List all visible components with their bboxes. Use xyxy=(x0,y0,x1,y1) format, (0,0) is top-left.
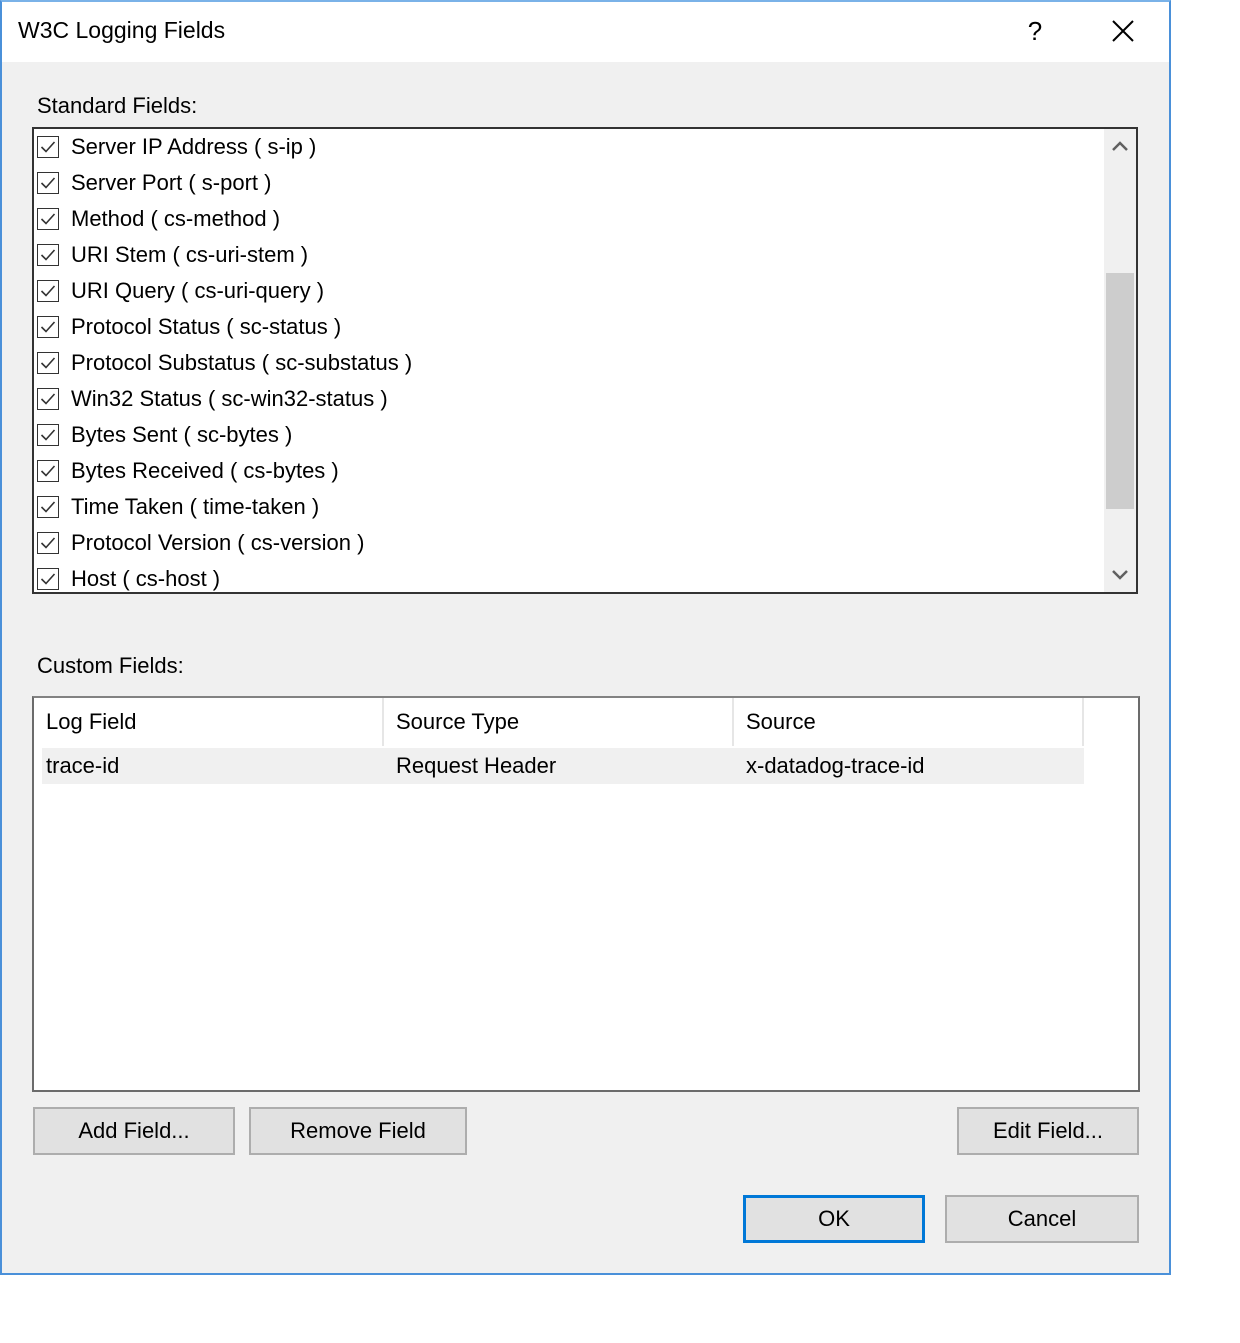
checkbox[interactable] xyxy=(37,388,59,410)
standard-field-label: Server IP Address ( s-ip ) xyxy=(71,134,317,159)
checkbox[interactable] xyxy=(37,316,59,338)
checkmark-icon xyxy=(40,465,56,477)
checkmark-icon xyxy=(40,285,56,297)
chevron-up-icon xyxy=(1112,141,1128,151)
standard-field-item[interactable]: Protocol Substatus ( sc-substatus ) xyxy=(34,345,412,381)
add-field-button[interactable]: Add Field... xyxy=(33,1107,235,1155)
standard-field-item[interactable]: Server Port ( s-port ) xyxy=(34,165,271,201)
custom-fields-table[interactable]: Log Field Source Type Source trace-id Re… xyxy=(32,696,1140,1092)
checkbox[interactable] xyxy=(37,244,59,266)
standard-field-item[interactable]: Host ( cs-host ) xyxy=(34,561,221,592)
standard-field-label: Bytes Received ( cs-bytes ) xyxy=(71,458,339,483)
cancel-button[interactable]: Cancel xyxy=(945,1195,1139,1243)
checkmark-icon xyxy=(40,393,56,405)
checkmark-icon xyxy=(40,177,56,189)
standard-field-label: Protocol Substatus ( sc-substatus ) xyxy=(71,350,413,375)
checkbox[interactable] xyxy=(37,460,59,482)
standard-field-label: Server Port ( s-port ) xyxy=(71,170,272,195)
column-header-label: Source Type xyxy=(396,709,520,734)
cell-source: x-datadog-trace-id xyxy=(746,753,925,778)
scrollbar-thumb[interactable] xyxy=(1106,273,1134,509)
checkbox[interactable] xyxy=(37,496,59,518)
checkmark-icon xyxy=(40,357,56,369)
checkmark-icon xyxy=(40,429,56,441)
ok-button[interactable]: OK xyxy=(743,1195,925,1243)
checkmark-icon xyxy=(40,501,56,513)
vertical-scrollbar[interactable] xyxy=(1104,129,1136,592)
table-row[interactable]: trace-id Request Header x-datadog-trace-… xyxy=(42,748,1084,784)
standard-field-item[interactable]: Win32 Status ( sc-win32-status ) xyxy=(34,381,388,417)
standard-field-item[interactable]: Bytes Sent ( sc-bytes ) xyxy=(34,417,292,453)
checkbox[interactable] xyxy=(37,136,59,158)
standard-field-item[interactable]: Protocol Status ( sc-status ) xyxy=(34,309,341,345)
checkbox[interactable] xyxy=(37,352,59,374)
checkmark-icon xyxy=(40,537,56,549)
w3c-logging-fields-dialog: W3C Logging Fields ? Standard Fields: Se… xyxy=(0,0,1171,1275)
standard-field-item[interactable]: Server IP Address ( s-ip ) xyxy=(34,129,316,165)
close-button[interactable] xyxy=(1098,2,1148,60)
checkmark-icon xyxy=(40,141,56,153)
close-icon xyxy=(1112,20,1134,42)
checkmark-icon xyxy=(40,249,56,261)
checkbox[interactable] xyxy=(37,172,59,194)
standard-field-label: Bytes Sent ( sc-bytes ) xyxy=(71,422,293,447)
chevron-down-icon xyxy=(1112,570,1128,580)
checkmark-icon xyxy=(40,213,56,225)
standard-field-item[interactable]: Method ( cs-method ) xyxy=(34,201,280,237)
column-header-label: Log Field xyxy=(46,709,137,734)
edit-field-button[interactable]: Edit Field... xyxy=(957,1107,1139,1155)
checkbox[interactable] xyxy=(37,568,59,590)
standard-field-label: Win32 Status ( sc-win32-status ) xyxy=(71,386,388,411)
standard-fields-list[interactable]: Server IP Address ( s-ip ) Server Port ( … xyxy=(32,127,1138,594)
standard-field-label: URI Query ( cs-uri-query ) xyxy=(71,278,325,303)
standard-field-label: URI Stem ( cs-uri-stem ) xyxy=(71,242,309,267)
standard-field-item[interactable]: URI Query ( cs-uri-query ) xyxy=(34,273,324,309)
checkbox[interactable] xyxy=(37,424,59,446)
scroll-up-button[interactable] xyxy=(1104,129,1136,163)
standard-field-item[interactable]: Time Taken ( time-taken ) xyxy=(34,489,319,525)
remove-field-button[interactable]: Remove Field xyxy=(249,1107,467,1155)
standard-field-item[interactable]: Bytes Received ( cs-bytes ) xyxy=(34,453,339,489)
checkbox[interactable] xyxy=(37,532,59,554)
standard-field-label: Time Taken ( time-taken ) xyxy=(71,494,320,519)
standard-field-label: Protocol Version ( cs-version ) xyxy=(71,530,365,555)
help-button[interactable]: ? xyxy=(1012,2,1058,60)
standard-field-item[interactable]: URI Stem ( cs-uri-stem ) xyxy=(34,237,308,273)
cell-source-type: Request Header xyxy=(396,753,557,778)
column-header-log-field[interactable]: Log Field xyxy=(34,698,384,746)
standard-field-label: Host ( cs-host ) xyxy=(71,566,221,591)
checkbox[interactable] xyxy=(37,280,59,302)
cell-log-field: trace-id xyxy=(46,753,120,778)
scroll-down-button[interactable] xyxy=(1104,558,1136,592)
standard-field-label: Method ( cs-method ) xyxy=(71,206,281,231)
standard-field-item[interactable]: Protocol Version ( cs-version ) xyxy=(34,525,364,561)
custom-fields-label: Custom Fields: xyxy=(37,653,184,678)
help-icon: ? xyxy=(1027,15,1043,46)
checkmark-icon xyxy=(40,321,56,333)
checkmark-icon xyxy=(40,573,56,585)
title-bar[interactable]: W3C Logging Fields ? xyxy=(2,2,1169,62)
standard-field-label: Protocol Status ( sc-status ) xyxy=(71,314,342,339)
column-header-source-type[interactable]: Source Type xyxy=(384,698,734,746)
dialog-title: W3C Logging Fields xyxy=(18,17,226,43)
standard-fields-label: Standard Fields: xyxy=(37,93,198,118)
column-header-label: Source xyxy=(746,709,816,734)
checkbox[interactable] xyxy=(37,208,59,230)
column-header-source[interactable]: Source xyxy=(734,698,1084,746)
